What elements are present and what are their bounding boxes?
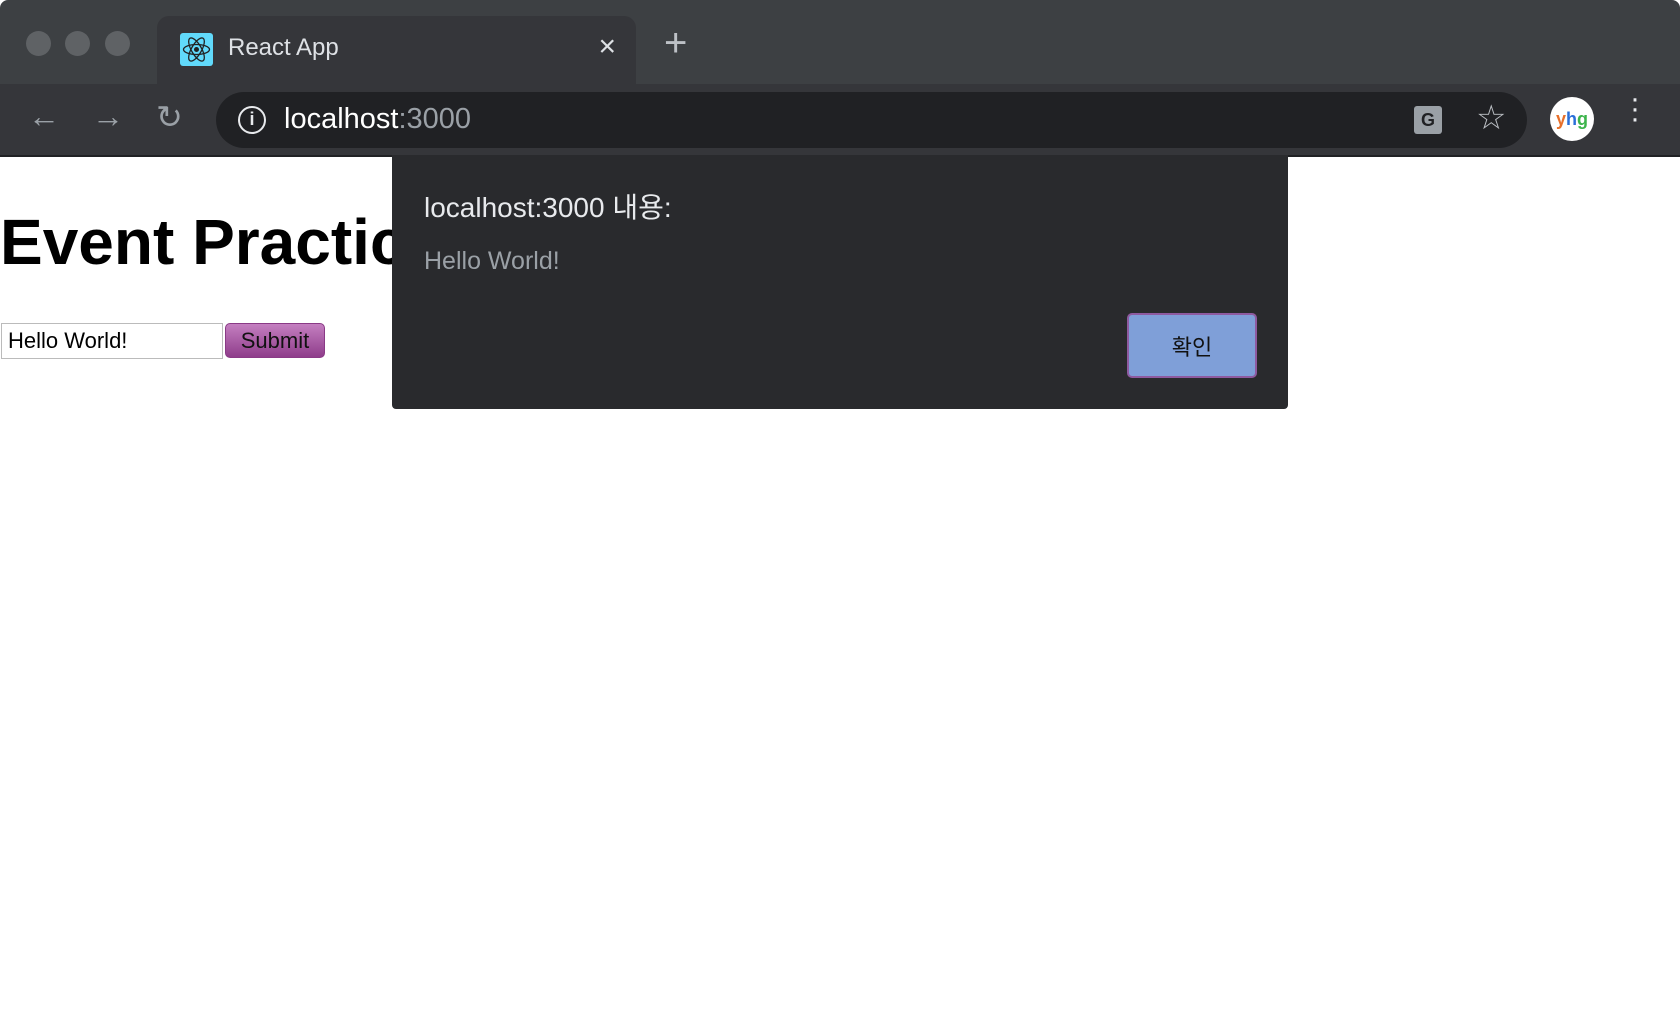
alert-dialog: localhost:3000 내용: Hello World! 확인 <box>392 155 1288 409</box>
more-menu-icon[interactable]: · · · <box>1630 84 1640 134</box>
tab-strip: React App × + <box>0 0 1680 86</box>
url-text: localhost:3000 <box>284 103 471 136</box>
new-tab-button[interactable]: + <box>664 23 687 63</box>
forward-arrow-icon[interactable]: → <box>92 98 124 135</box>
url-host: localhost <box>284 103 399 135</box>
url-port: :3000 <box>398 103 472 135</box>
address-bar[interactable]: i localhost:3000 G ☆ <box>216 92 1527 148</box>
toolbar: ← → ↻ i localhost:3000 G ☆ yhg · · · <box>0 84 1680 157</box>
react-logo-icon <box>180 33 213 66</box>
submit-button[interactable]: Submit <box>225 323 325 358</box>
bookmark-star-icon[interactable]: ☆ <box>1476 98 1506 138</box>
close-tab-icon[interactable]: × <box>598 30 616 64</box>
translate-icon[interactable]: G <box>1414 106 1442 134</box>
profile-avatar[interactable]: yhg <box>1550 97 1594 141</box>
tab-title: React App <box>228 34 339 61</box>
back-arrow-icon[interactable]: ← <box>28 98 60 135</box>
info-icon[interactable]: i <box>238 106 266 134</box>
dialog-message: Hello World! <box>424 247 560 275</box>
message-input[interactable] <box>1 323 223 359</box>
tab-react-app[interactable]: React App × <box>157 16 636 86</box>
dialog-title: localhost:3000 내용: <box>424 192 672 223</box>
page-title: Event Practice <box>0 206 442 278</box>
close-window-button[interactable] <box>26 31 51 56</box>
ok-button[interactable]: 확인 <box>1127 313 1257 378</box>
minimize-window-button[interactable] <box>65 31 90 56</box>
reload-icon[interactable]: ↻ <box>156 98 183 136</box>
maximize-window-button[interactable] <box>105 31 130 56</box>
